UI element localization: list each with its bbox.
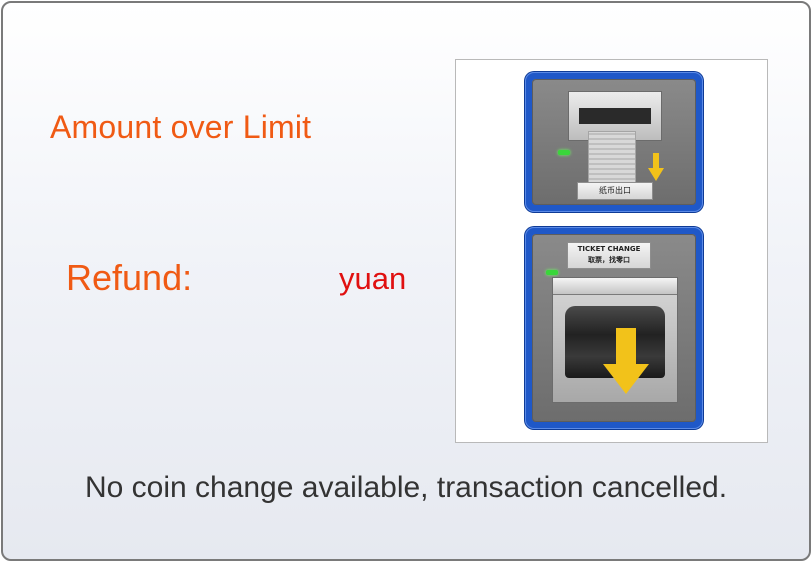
ticket-change-outlet — [552, 277, 678, 403]
status-led-icon — [558, 150, 570, 155]
banknote-outlet-plate: 纸币出口 — [577, 182, 653, 200]
refund-unit: yuan — [339, 261, 407, 296]
ticket-change-face: TICKET CHANGE 取票，找零口 — [532, 234, 696, 422]
banknote-slot-opening — [579, 108, 651, 124]
banknote-image — [588, 131, 636, 189]
dialog-title: Amount over Limit — [50, 109, 312, 145]
banknote-outlet-face: 纸币出口 — [532, 79, 696, 205]
ticket-change-plate-en: TICKET CHANGE — [577, 245, 641, 253]
ticket-change-panel: TICKET CHANGE 取票，找零口 — [525, 227, 703, 429]
status-message: No coin change available, transaction ca… — [84, 471, 728, 504]
ticket-change-plate: TICKET CHANGE 取票，找零口 — [567, 242, 651, 269]
ticket-change-plate-cn: 取票，找零口 — [588, 256, 630, 264]
down-arrow-icon — [648, 153, 664, 183]
dialog: Amount over Limit Refund: yuan 纸币出口 TICK… — [1, 1, 811, 561]
banknote-outlet-panel: 纸币出口 — [525, 72, 703, 212]
down-arrow-icon — [603, 328, 649, 400]
refund-label: Refund: — [66, 257, 193, 298]
outlet-opening — [565, 306, 665, 394]
machine-illustration: 纸币出口 TICKET CHANGE 取票，找零口 — [455, 59, 768, 443]
outlet-lip — [553, 278, 677, 295]
status-led-icon — [546, 270, 558, 275]
